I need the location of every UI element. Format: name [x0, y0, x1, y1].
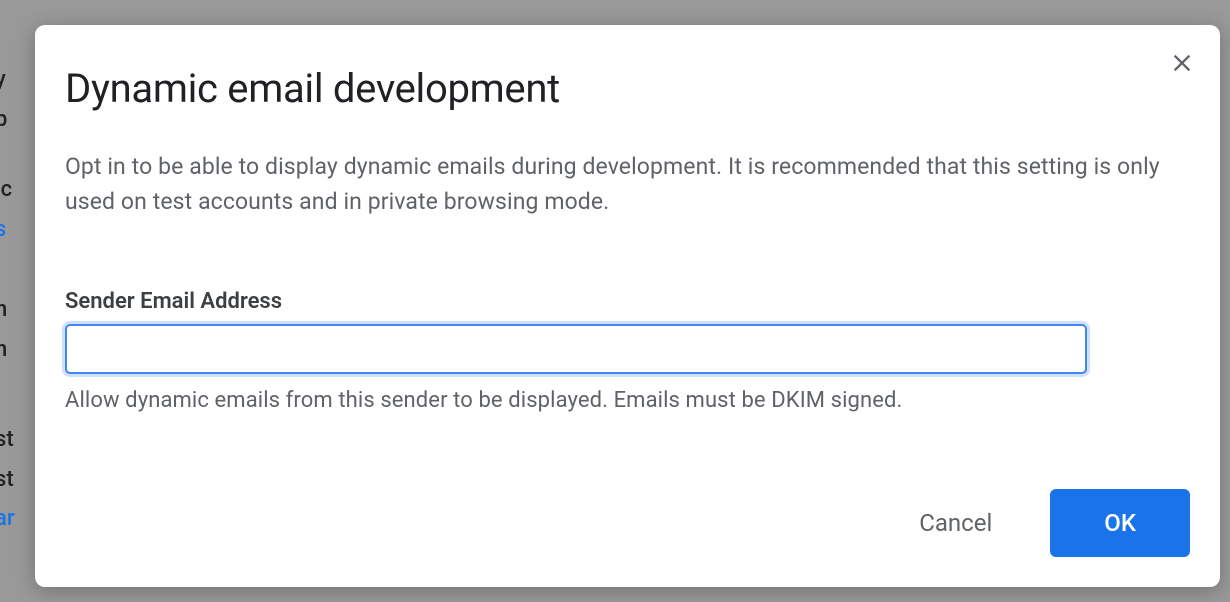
close-icon	[1168, 49, 1196, 77]
dynamic-email-dialog: Dynamic email development Opt in to be a…	[35, 25, 1220, 587]
sender-email-input[interactable]	[65, 324, 1087, 374]
close-button[interactable]	[1166, 47, 1198, 79]
dialog-actions: Cancel OK	[911, 489, 1190, 557]
ok-button[interactable]: OK	[1050, 489, 1190, 557]
cancel-button[interactable]: Cancel	[911, 499, 1000, 547]
sender-email-helper: Allow dynamic emails from this sender to…	[65, 388, 1190, 413]
dialog-description: Opt in to be able to display dynamic ema…	[65, 150, 1190, 219]
sender-email-label: Sender Email Address	[65, 289, 1190, 314]
dialog-title: Dynamic email development	[65, 65, 1190, 112]
